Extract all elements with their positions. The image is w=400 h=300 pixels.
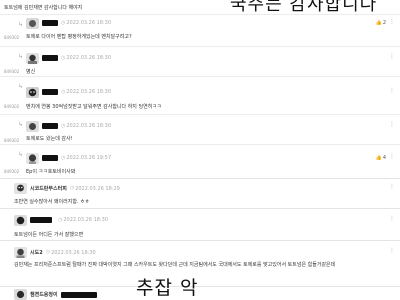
- reply-item: ↳ ◷ 2022.03.26 18:30 ⋮ 849302 병신: [0, 46, 400, 76]
- user-id: 849302: [4, 104, 20, 109]
- thumbs-up-icon: 👍: [375, 20, 382, 26]
- reply-item: ↳ ◷ 2022.03.26 19:57 👍 4 ⋮ 849302 Ep이 ㅋㅋ…: [0, 144, 400, 178]
- more-menu-icon[interactable]: ⋮: [389, 54, 395, 60]
- comment-date: 2022.03.26 18:30: [63, 217, 109, 223]
- more-menu-icon[interactable]: ⋮: [389, 248, 395, 254]
- reply-arrow-icon: ↳: [18, 121, 24, 128]
- like-button[interactable]: 👍 4: [376, 155, 386, 161]
- reply-arrow-icon: ↳: [18, 53, 24, 60]
- comment-item: ◷ 2022.03.26 18:30 ⋮ 토트넘이든 어디든 가서 잘했으면: [0, 208, 400, 240]
- author-redacted: [42, 123, 58, 129]
- comment-date: 2022.03.26 18:29: [75, 185, 120, 192]
- reply-arrow-icon: ↳: [18, 21, 24, 28]
- reply-arrow-icon: ↳: [18, 83, 24, 90]
- clock-icon: ◷: [61, 122, 66, 129]
- user-id: 849302: [4, 69, 20, 74]
- clock-icon: ◷: [69, 185, 75, 191]
- comment-text: 토트넘이든 어디든 가서 잘했으면: [14, 232, 84, 238]
- like-count: 4: [382, 155, 386, 161]
- more-menu-icon[interactable]: ⋮: [389, 184, 395, 190]
- author-redacted: [42, 89, 58, 95]
- comment-date: 2022.03.26 18:30: [51, 249, 96, 256]
- comment-text: 토에로도 왔는데 감사!: [26, 136, 73, 142]
- more-menu-icon[interactable]: ⋮: [389, 216, 395, 222]
- more-menu-icon[interactable]: ⋮: [389, 88, 395, 94]
- user-id: 849302: [4, 138, 20, 143]
- avatar[interactable]: [26, 121, 39, 132]
- comment-author[interactable]: 챔젼드응정이: [30, 291, 58, 298]
- avatar[interactable]: [14, 289, 27, 300]
- avatar[interactable]: [26, 87, 39, 98]
- comment-thread: 국주는 감사합니다 토트넘에 김민재면 감사합니다 해야지 ↳ ◷ 2022.0…: [0, 0, 400, 300]
- clock-icon: ◷: [61, 88, 66, 95]
- clock-icon: ◷: [45, 249, 51, 255]
- comment-date: 2022.03.26 18:30: [66, 123, 112, 129]
- reply-arrow-icon: ↳: [18, 151, 24, 158]
- avatar[interactable]: [26, 53, 39, 64]
- more-menu-icon[interactable]: ⋮: [389, 154, 395, 160]
- clock-icon: ◷: [58, 216, 63, 223]
- author-redacted: [60, 291, 97, 298]
- comment-date: 2022.03.26 19:57: [66, 155, 112, 161]
- comment-text: 병신: [26, 69, 36, 75]
- comment-item: 챔젼드응정이: [0, 286, 400, 300]
- avatar[interactable]: [14, 247, 27, 258]
- clock-icon: ◷: [61, 19, 66, 26]
- comment-author[interactable]: 시도2: [30, 249, 43, 256]
- user-id: 849302: [4, 35, 20, 40]
- like-count: 2: [382, 20, 386, 26]
- thumbs-up-icon: 👍: [375, 155, 382, 161]
- comment-text: 조반연 실수많아서 왜이러지함. ㅎㅎ: [14, 199, 90, 205]
- author-redacted: [30, 217, 52, 223]
- avatar[interactable]: [14, 183, 27, 194]
- overlay-text-bottom: 추잡 악: [136, 277, 199, 299]
- comment-text: Ep이 ㅋㅋ호토비이사봐: [26, 169, 76, 175]
- comment-item: 시도2 ◷ 2022.03.26 18:30 ⋮ 김민재는 프리처준스프트럼 탈…: [0, 240, 400, 286]
- comment-author[interactable]: 시코드란무스터피: [30, 185, 67, 192]
- more-menu-icon[interactable]: ⋮: [389, 122, 395, 128]
- clock-icon: ◷: [61, 154, 66, 161]
- reply-item: ↳ ◷ 2022.03.26 18:30 ⋮ 849302 토에로도 왔는데 감…: [0, 114, 400, 144]
- comment-date: 2022.03.26 18:30: [66, 20, 112, 26]
- like-button[interactable]: 👍 2: [376, 20, 386, 26]
- comment-text: 벤치에 연봉 30억넘짓받고 달워주면 감사합니다 하지 딩연히ㅋㅋ: [26, 104, 162, 110]
- author-redacted: [42, 20, 58, 26]
- reply-item: ↳ ◷ 2022.03.26 18:30 ⋮ 849302 벤치에 연봉 30억…: [0, 76, 400, 114]
- author-redacted: [42, 55, 58, 61]
- clock-icon: ◷: [61, 54, 66, 61]
- avatar[interactable]: [14, 215, 27, 226]
- comment-date: 2022.03.26 18:30: [66, 89, 112, 95]
- user-id: 849302: [4, 169, 20, 174]
- author-redacted: [42, 155, 58, 161]
- comment-text: 토에로 다이어 벤탑 평정하게있는데 벤치달구려고?: [26, 34, 132, 40]
- avatar[interactable]: [26, 153, 39, 164]
- more-menu-icon[interactable]: ⋮: [389, 19, 395, 25]
- reply-item: ↳ ◷ 2022.03.26 18:30 👍 2 ⋮ 849302 토에로 다이…: [0, 14, 400, 46]
- comment-item: 시코드란무스터피 ◷ 2022.03.26 18:29 ⋮ 조반연 실수많아서 …: [0, 178, 400, 208]
- comment-item: 토트넘에 김민재면 감사합니다 해야지: [0, 0, 400, 14]
- comment-text: 김민재는 프리처준스프트럼 탈때가 진짜 대박이엿지 그때 스카우트도 왓다던데…: [14, 262, 336, 268]
- avatar[interactable]: [26, 18, 39, 29]
- comment-text: 토트넘에 김민재면 감사합니다 해야지: [4, 5, 83, 11]
- comment-date: 2022.03.26 18:30: [66, 55, 112, 61]
